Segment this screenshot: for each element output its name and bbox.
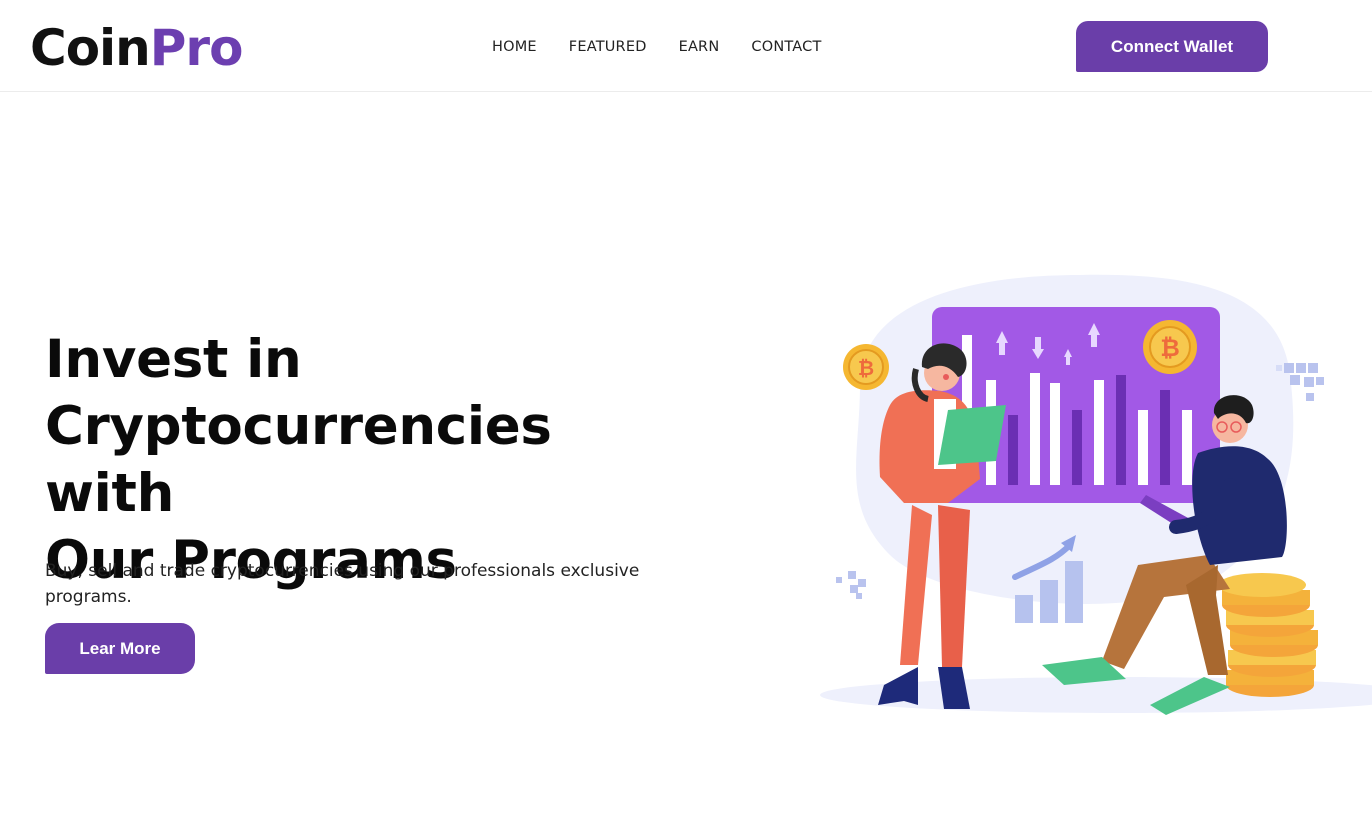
hero-title-line-1: Invest in bbox=[45, 329, 302, 390]
bitcoin-icon: ₿ bbox=[843, 344, 889, 390]
nav-contact-link[interactable]: CONTACT bbox=[735, 36, 837, 58]
nav-home-link[interactable]: HOME bbox=[476, 36, 553, 58]
coin-stack bbox=[1218, 573, 1318, 697]
hero-subtitle: Buy, sell and trade cryptocurrencies usi… bbox=[45, 561, 640, 607]
hero-title-line-2: Cryptocurrencies with bbox=[45, 396, 552, 524]
hero-title: Invest in Cryptocurrencies with Our Prog… bbox=[45, 326, 685, 594]
learn-more-button[interactable]: Lear More bbox=[45, 623, 195, 674]
main-nav: HOME FEATURED EARN CONTACT bbox=[476, 36, 838, 58]
logo-coin-text: Coin bbox=[30, 19, 151, 77]
nav-earn-link[interactable]: EARN bbox=[663, 36, 736, 58]
logo[interactable]: CoinPro bbox=[30, 18, 244, 78]
connect-wallet-button[interactable]: Connect Wallet bbox=[1076, 21, 1268, 72]
navbar: CoinPro HOME FEATURED EARN CONTACT Conne… bbox=[0, 0, 1372, 92]
bitcoin-icon: ₿ bbox=[1143, 320, 1197, 374]
logo-pro-text: Pro bbox=[149, 19, 244, 77]
svg-text:₿: ₿ bbox=[858, 356, 874, 380]
svg-text:₿: ₿ bbox=[1160, 334, 1180, 362]
crypto-trading-illustration: ₿ ₿ bbox=[820, 274, 1372, 715]
nav-featured-link[interactable]: FEATURED bbox=[553, 36, 663, 58]
pixel-decoration bbox=[836, 571, 866, 599]
